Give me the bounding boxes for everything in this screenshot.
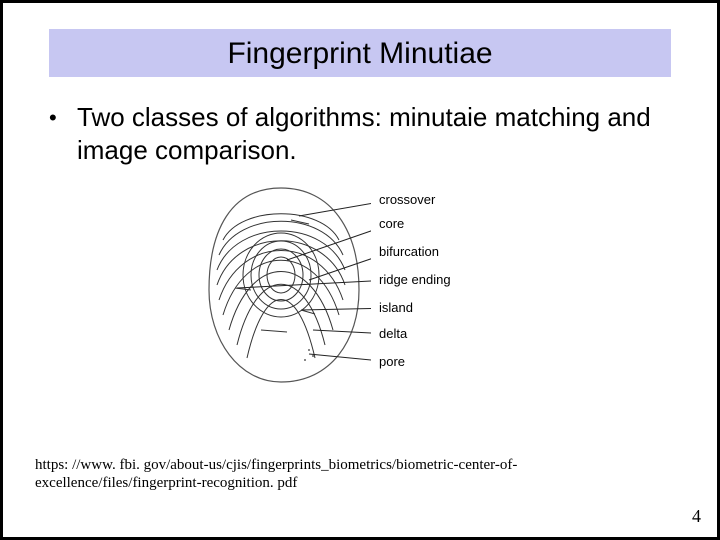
citation: https: //www. fbi. gov/about-us/cjis/fin… — [35, 456, 637, 494]
label-crossover: crossover — [379, 192, 435, 207]
label-island: island — [379, 300, 413, 315]
bullet-item: • Two classes of algorithms: minutaie ma… — [49, 101, 671, 166]
figure-labels: crossover core bifurcation ridge ending … — [379, 180, 529, 390]
page-number: 4 — [692, 506, 701, 527]
bullet-dot-icon: • — [49, 107, 63, 129]
slide-title: Fingerprint Minutiae — [49, 29, 671, 77]
label-ridge-ending: ridge ending — [379, 272, 451, 287]
fingerprint-figure: crossover core bifurcation ridge ending … — [49, 180, 671, 390]
content-area: • Two classes of algorithms: minutaie ma… — [49, 101, 671, 390]
label-pore: pore — [379, 354, 405, 369]
label-bifurcation: bifurcation — [379, 244, 439, 259]
label-delta: delta — [379, 326, 407, 341]
slide: Fingerprint Minutiae • Two classes of al… — [0, 0, 720, 540]
label-core: core — [379, 216, 404, 231]
fingerprint-image — [191, 180, 371, 390]
bullet-text: Two classes of algorithms: minutaie matc… — [77, 101, 671, 166]
